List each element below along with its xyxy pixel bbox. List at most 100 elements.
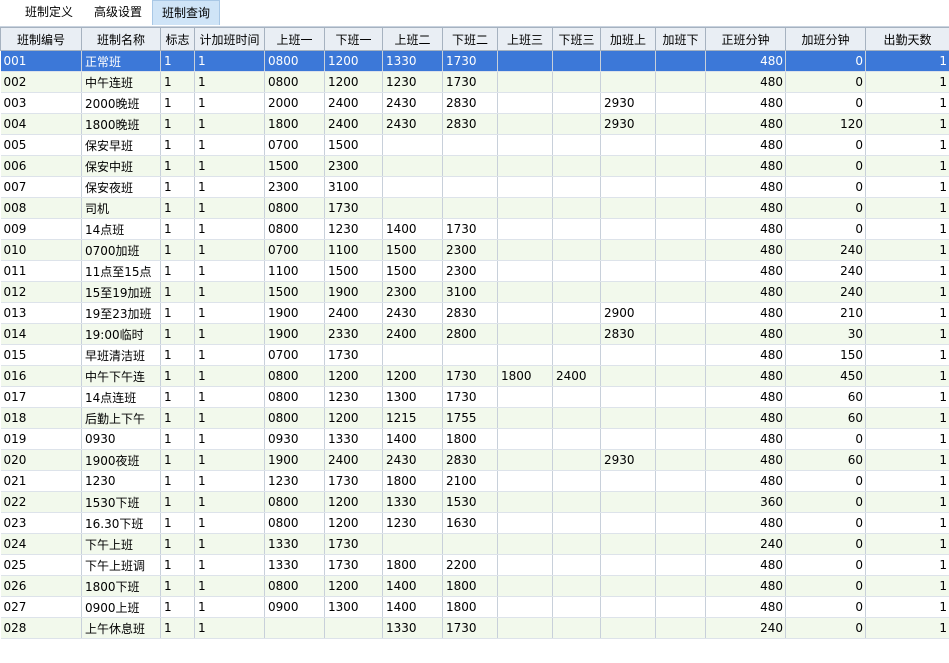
column-header[interactable]: 上班三: [497, 27, 553, 51]
table-cell[interactable]: [497, 50, 553, 72]
table-cell[interactable]: 0800: [264, 197, 325, 219]
table-cell[interactable]: 1730: [442, 386, 498, 408]
table-cell[interactable]: 0800: [264, 491, 325, 513]
table-cell[interactable]: 1: [865, 176, 949, 198]
table-cell[interactable]: 480: [705, 512, 786, 534]
table-cell[interactable]: 2400: [552, 365, 601, 387]
table-cell[interactable]: [600, 407, 656, 429]
table-cell[interactable]: [442, 176, 498, 198]
table-cell[interactable]: 1800: [442, 575, 498, 597]
table-cell[interactable]: [600, 533, 656, 555]
table-cell[interactable]: 0700: [264, 134, 325, 156]
table-cell[interactable]: 2300: [442, 239, 498, 261]
table-cell[interactable]: 1200: [324, 575, 383, 597]
table-cell[interactable]: 1200: [324, 365, 383, 387]
table-cell[interactable]: [600, 491, 656, 513]
table-cell[interactable]: [382, 155, 443, 177]
table-cell[interactable]: 2400: [324, 113, 383, 135]
table-cell[interactable]: 1: [865, 344, 949, 366]
table-row[interactable]: 002 中午连班 1 1 0800 1200 1230 1730 480 0 1: [0, 71, 949, 93]
table-cell[interactable]: [442, 134, 498, 156]
table-row[interactable]: 014 19:00临时 1 1 1900 2330 2400 2800 2830 480 30 1: [0, 323, 949, 345]
table-cell[interactable]: 1: [865, 575, 949, 597]
table-cell[interactable]: 1: [865, 197, 949, 219]
table-cell[interactable]: 1: [194, 260, 265, 282]
table-cell[interactable]: 1: [865, 491, 949, 513]
table-cell[interactable]: 1: [194, 302, 265, 324]
table-cell[interactable]: 1: [194, 428, 265, 450]
table-cell[interactable]: [442, 197, 498, 219]
column-header[interactable]: 班制编号: [0, 27, 82, 51]
table-cell[interactable]: 1400: [382, 575, 443, 597]
table-cell[interactable]: 480: [705, 407, 786, 429]
table-cell[interactable]: 1: [194, 344, 265, 366]
table-cell[interactable]: [552, 176, 601, 198]
tab-shift-query[interactable]: 班制查询: [152, 0, 220, 25]
table-cell[interactable]: 1: [865, 50, 949, 72]
table-row[interactable]: 020 1900夜班 1 1 1900 2400 2430 2830 2930 480 60 1: [0, 449, 949, 471]
table-row[interactable]: 022 1530下班 1 1 0800 1200 1330 1530 360 0 1: [0, 491, 949, 513]
table-cell[interactable]: 1: [194, 92, 265, 114]
table-cell[interactable]: 0800: [264, 50, 325, 72]
table-cell[interactable]: 1: [160, 302, 195, 324]
table-cell[interactable]: 1200: [324, 50, 383, 72]
table-cell[interactable]: [552, 512, 601, 534]
table-cell[interactable]: [442, 533, 498, 555]
table-cell[interactable]: 1: [194, 407, 265, 429]
table-cell[interactable]: [600, 50, 656, 72]
table-cell[interactable]: 1: [194, 197, 265, 219]
table-cell[interactable]: 210: [785, 302, 866, 324]
table-cell[interactable]: 480: [705, 176, 786, 198]
table-cell[interactable]: 120: [785, 113, 866, 135]
table-cell[interactable]: [552, 470, 601, 492]
table-cell[interactable]: [497, 281, 553, 303]
table-cell[interactable]: 1: [194, 449, 265, 471]
table-cell[interactable]: [600, 218, 656, 240]
table-cell[interactable]: 1300: [382, 386, 443, 408]
table-cell[interactable]: 1: [865, 302, 949, 324]
table-cell[interactable]: 2300: [264, 176, 325, 198]
table-cell[interactable]: 1: [865, 449, 949, 471]
table-cell[interactable]: 0: [785, 617, 866, 639]
table-cell[interactable]: 2300: [324, 155, 383, 177]
table-cell[interactable]: [600, 512, 656, 534]
table-cell[interactable]: [552, 344, 601, 366]
table-cell[interactable]: [382, 176, 443, 198]
table-cell[interactable]: [655, 512, 706, 534]
table-cell[interactable]: [655, 344, 706, 366]
table-cell[interactable]: 1730: [442, 218, 498, 240]
table-cell[interactable]: 1: [865, 470, 949, 492]
table-cell[interactable]: 0: [785, 176, 866, 198]
table-cell[interactable]: 480: [705, 470, 786, 492]
table-cell[interactable]: 1: [865, 239, 949, 261]
table-cell[interactable]: [552, 50, 601, 72]
table-cell[interactable]: 450: [785, 365, 866, 387]
table-cell[interactable]: [600, 386, 656, 408]
column-header[interactable]: 下班一: [324, 27, 383, 51]
table-cell[interactable]: 1: [194, 554, 265, 576]
table-cell[interactable]: [497, 449, 553, 471]
table-cell[interactable]: 006: [0, 155, 82, 177]
table-cell[interactable]: 480: [705, 386, 786, 408]
table-row[interactable]: 018 后勤上下午 1 1 0800 1200 1215 1755 480 60 1: [0, 407, 949, 429]
table-cell[interactable]: 0930: [264, 428, 325, 450]
table-cell[interactable]: 中午连班: [81, 71, 161, 93]
table-cell[interactable]: 2330: [324, 323, 383, 345]
table-cell[interactable]: 1100: [324, 239, 383, 261]
table-cell[interactable]: 0: [785, 134, 866, 156]
table-cell[interactable]: [497, 470, 553, 492]
table-cell[interactable]: 1500: [264, 281, 325, 303]
table-cell[interactable]: [600, 197, 656, 219]
table-cell[interactable]: 1: [194, 491, 265, 513]
table-cell[interactable]: 0: [785, 470, 866, 492]
table-cell[interactable]: 下午上班调: [81, 554, 161, 576]
table-cell[interactable]: [655, 365, 706, 387]
table-cell[interactable]: [497, 302, 553, 324]
table-cell[interactable]: [497, 491, 553, 513]
table-cell[interactable]: 480: [705, 134, 786, 156]
table-cell[interactable]: 2800: [442, 323, 498, 345]
table-cell[interactable]: 3100: [442, 281, 498, 303]
table-cell[interactable]: [655, 323, 706, 345]
table-cell[interactable]: 018: [0, 407, 82, 429]
table-cell[interactable]: 0: [785, 428, 866, 450]
